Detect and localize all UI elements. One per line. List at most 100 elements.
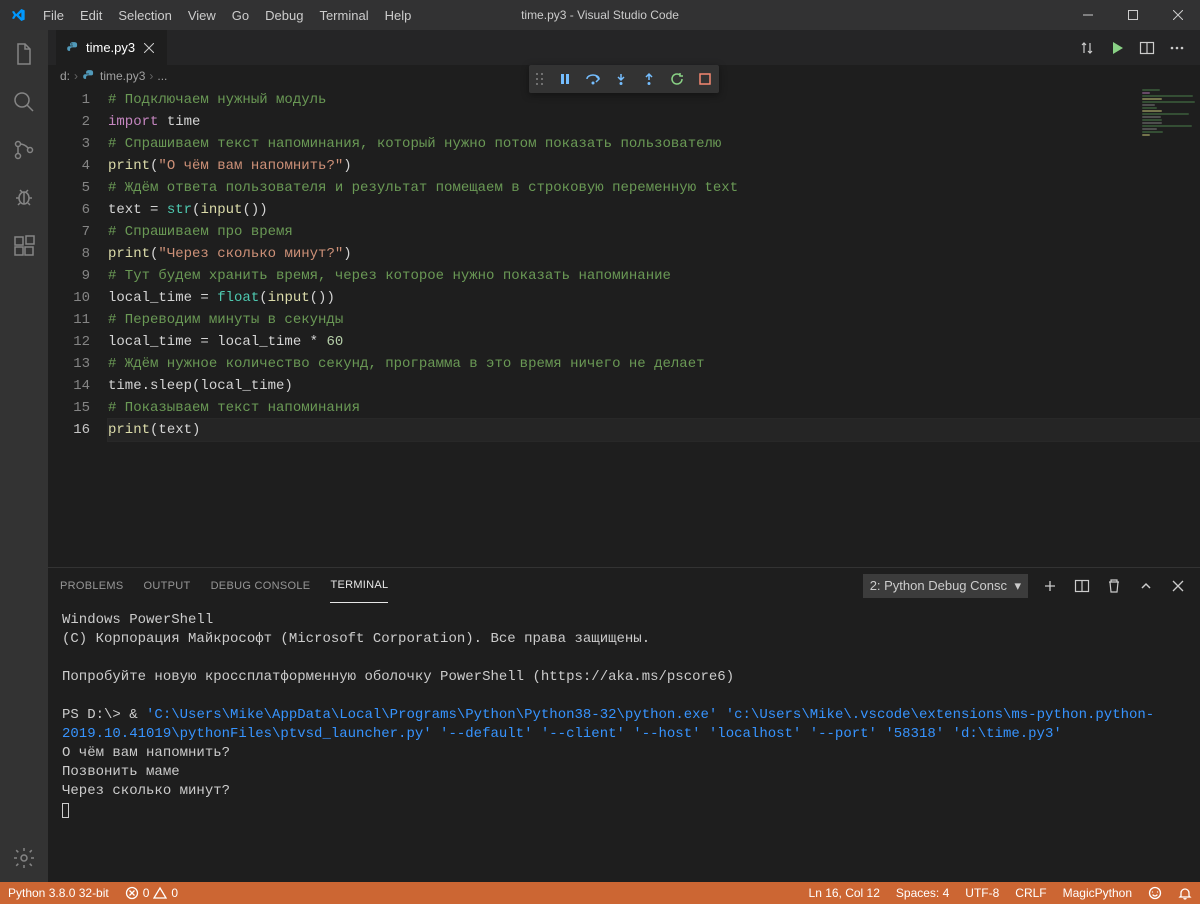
status-bar: Python 3.8.0 32-bit 0 0 Ln 16, Col 12 Sp… bbox=[0, 882, 1200, 904]
status-python-version[interactable]: Python 3.8.0 32-bit bbox=[0, 882, 117, 904]
line-number: 12 bbox=[48, 331, 90, 353]
tab-close-button[interactable] bbox=[141, 40, 157, 56]
code-line[interactable]: local_time = local_time * 60 bbox=[108, 331, 1200, 353]
python-file-icon bbox=[66, 41, 80, 55]
line-number: 7 bbox=[48, 221, 90, 243]
line-number: 5 bbox=[48, 177, 90, 199]
status-language-mode[interactable]: MagicPython bbox=[1055, 882, 1140, 904]
window-maximize-button[interactable] bbox=[1110, 0, 1155, 30]
chevron-right-icon: › bbox=[149, 69, 153, 83]
terminal-line: Через сколько минут? bbox=[62, 782, 1186, 801]
code-line[interactable]: # Ждём ответа пользователя и результат п… bbox=[108, 177, 1200, 199]
code-editor[interactable]: 12345678910111213141516 # Подключаем нуж… bbox=[48, 87, 1200, 567]
menu-selection[interactable]: Selection bbox=[110, 0, 179, 30]
chevron-right-icon: › bbox=[74, 69, 78, 83]
terminal-command: 'C:\Users\Mike\AppData\Local\Programs\Py… bbox=[62, 707, 1154, 742]
code-line[interactable]: print("Через сколько минут?") bbox=[108, 243, 1200, 265]
breadcrumb-ellipsis[interactable]: ... bbox=[157, 69, 167, 83]
run-icon[interactable] bbox=[1106, 30, 1128, 65]
debug-step-out-button[interactable] bbox=[635, 65, 663, 93]
terminal-selector-dropdown[interactable]: 2: Python Debug Consc bbox=[863, 574, 1028, 598]
line-number: 9 bbox=[48, 265, 90, 287]
debug-restart-button[interactable] bbox=[663, 65, 691, 93]
status-feedback-icon[interactable] bbox=[1140, 882, 1170, 904]
status-indentation[interactable]: Spaces: 4 bbox=[888, 882, 957, 904]
panel-tab-problems[interactable]: PROBLEMS bbox=[60, 568, 124, 603]
panel-close-button[interactable] bbox=[1168, 576, 1188, 596]
window-controls bbox=[1065, 0, 1200, 30]
new-terminal-button[interactable] bbox=[1040, 576, 1060, 596]
status-eol[interactable]: CRLF bbox=[1007, 882, 1054, 904]
split-terminal-button[interactable] bbox=[1072, 576, 1092, 596]
status-problems[interactable]: 0 0 bbox=[117, 882, 186, 904]
code-line[interactable]: text = str(input()) bbox=[108, 199, 1200, 221]
code-line[interactable]: # Переводим минуты в секунды bbox=[108, 309, 1200, 331]
menu-debug[interactable]: Debug bbox=[257, 0, 311, 30]
code-line[interactable]: print("О чём вам напомнить?") bbox=[108, 155, 1200, 177]
line-number: 15 bbox=[48, 397, 90, 419]
debug-step-into-button[interactable] bbox=[607, 65, 635, 93]
activity-explorer-icon[interactable] bbox=[0, 30, 48, 78]
terminal[interactable]: Windows PowerShell (C) Корпорация Майкро… bbox=[48, 603, 1200, 882]
compare-changes-icon[interactable] bbox=[1076, 30, 1098, 65]
window-close-button[interactable] bbox=[1155, 0, 1200, 30]
more-actions-icon[interactable] bbox=[1166, 30, 1188, 65]
code-line[interactable]: local_time = float(input()) bbox=[108, 287, 1200, 309]
activity-debug-icon[interactable] bbox=[0, 174, 48, 222]
line-number-gutter: 12345678910111213141516 bbox=[48, 87, 108, 567]
tab-time-py3[interactable]: time.py3 bbox=[56, 30, 167, 65]
terminal-cursor bbox=[62, 801, 1186, 820]
menu-file[interactable]: File bbox=[35, 0, 72, 30]
terminal-line: Попробуйте новую кроссплатформенную обол… bbox=[62, 668, 1186, 687]
python-file-icon bbox=[82, 69, 96, 83]
menu-edit[interactable]: Edit bbox=[72, 0, 110, 30]
terminal-line: Позвонить маме bbox=[62, 763, 1186, 782]
code-line[interactable]: # Спрашиваем текст напоминания, который … bbox=[108, 133, 1200, 155]
editor-area: time.py3 bbox=[48, 30, 1200, 882]
debug-toolbar-grip-icon[interactable] bbox=[529, 71, 551, 87]
panel-tab-output[interactable]: OUTPUT bbox=[144, 568, 191, 603]
menu-terminal[interactable]: Terminal bbox=[311, 0, 376, 30]
code-line[interactable]: # Показываем текст напоминания bbox=[108, 397, 1200, 419]
menu-view[interactable]: View bbox=[180, 0, 224, 30]
terminal-line: PS D:\> & 'C:\Users\Mike\AppData\Local\P… bbox=[62, 706, 1186, 744]
split-editor-icon[interactable] bbox=[1136, 30, 1158, 65]
debug-stop-button[interactable] bbox=[691, 65, 719, 93]
activity-settings-icon[interactable] bbox=[0, 834, 48, 882]
code-line[interactable]: # Тут будем хранить время, через которое… bbox=[108, 265, 1200, 287]
code-line[interactable]: # Спрашиваем про время bbox=[108, 221, 1200, 243]
activity-extensions-icon[interactable] bbox=[0, 222, 48, 270]
code-line[interactable]: import time bbox=[108, 111, 1200, 133]
line-number: 4 bbox=[48, 155, 90, 177]
activity-search-icon[interactable] bbox=[0, 78, 48, 126]
status-notifications-icon[interactable] bbox=[1170, 882, 1200, 904]
code-line[interactable]: print(text) bbox=[108, 419, 1200, 441]
line-number: 8 bbox=[48, 243, 90, 265]
menu-go[interactable]: Go bbox=[224, 0, 257, 30]
breadcrumb-file[interactable]: time.py3 bbox=[100, 69, 145, 83]
code-lines[interactable]: # Подключаем нужный модульimport time# С… bbox=[108, 87, 1200, 567]
debug-step-over-button[interactable] bbox=[579, 65, 607, 93]
debug-toolbar[interactable] bbox=[529, 65, 719, 93]
code-line[interactable]: # Ждём нужное количество секунд, програм… bbox=[108, 353, 1200, 375]
panel-tab-bar: PROBLEMS OUTPUT DEBUG CONSOLE TERMINAL 2… bbox=[48, 568, 1200, 603]
line-number: 2 bbox=[48, 111, 90, 133]
terminal-line: Windows PowerShell bbox=[62, 611, 1186, 630]
panel-tab-debug-console[interactable]: DEBUG CONSOLE bbox=[211, 568, 311, 603]
kill-terminal-button[interactable] bbox=[1104, 576, 1124, 596]
menu-help[interactable]: Help bbox=[377, 0, 420, 30]
debug-pause-button[interactable] bbox=[551, 65, 579, 93]
line-number: 6 bbox=[48, 199, 90, 221]
line-number: 14 bbox=[48, 375, 90, 397]
window-title: time.py3 - Visual Studio Code bbox=[521, 8, 679, 22]
vscode-logo-icon bbox=[0, 7, 35, 23]
window-minimize-button[interactable] bbox=[1065, 0, 1110, 30]
breadcrumb-root[interactable]: d: bbox=[60, 69, 70, 83]
code-line[interactable]: time.sleep(local_time) bbox=[108, 375, 1200, 397]
title-bar: File Edit Selection View Go Debug Termin… bbox=[0, 0, 1200, 30]
panel-maximize-button[interactable] bbox=[1136, 576, 1156, 596]
activity-source-control-icon[interactable] bbox=[0, 126, 48, 174]
panel-tab-terminal[interactable]: TERMINAL bbox=[330, 568, 388, 603]
status-cursor-position[interactable]: Ln 16, Col 12 bbox=[801, 882, 888, 904]
status-encoding[interactable]: UTF-8 bbox=[957, 882, 1007, 904]
